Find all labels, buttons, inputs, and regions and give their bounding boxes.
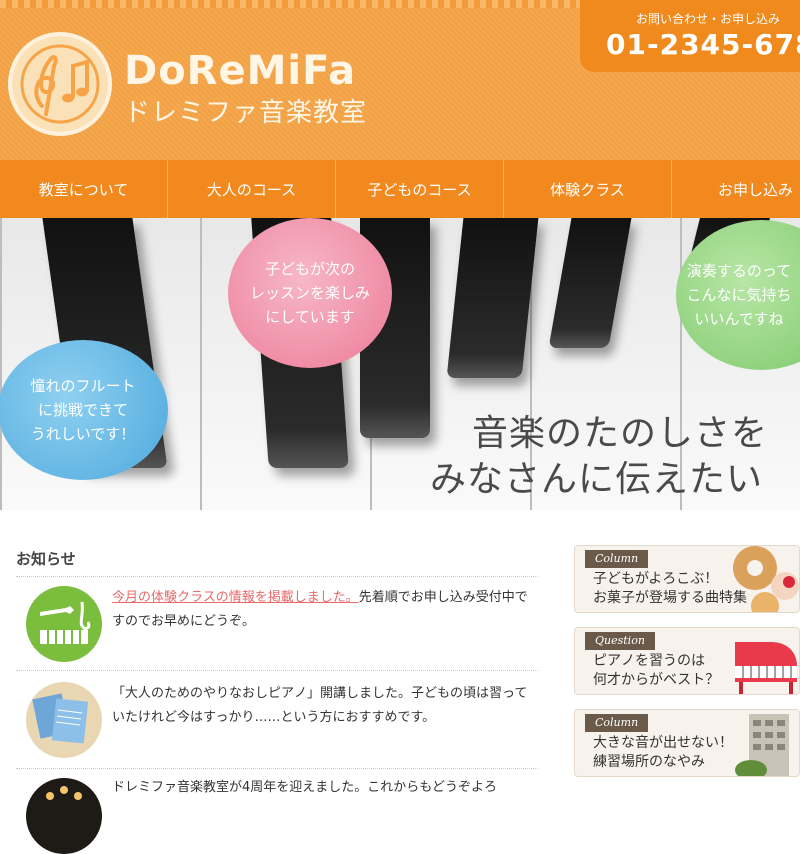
news-item-3: ドレミファ音楽教室が4周年を迎えました。これからもどうぞよろ [112,776,532,800]
site-header: DoReMiFa ドレミファ音楽教室 お問い合わせ・お申し込み 01-2345-… [0,0,800,160]
contact-phone[interactable]: 01-2345-6789 [606,28,800,61]
hero-headline-2: みなさんに伝えたい [430,459,764,500]
sidebar-card-line1: ピアノを習うのは [593,653,705,669]
news-text: 「大人のためのやりなおしピアノ」開講しました。子どもの頃は習っていたけれど今はす… [112,686,528,725]
news-link[interactable]: 今月の体験クラスの情報を掲載しました。 [112,590,359,605]
bubble-line: こんなに気持ち [686,286,792,304]
sidebar-card-line2: 何才からがベスト？ [593,672,720,688]
bubble-line: うれしいです！ [30,425,136,443]
bubble-line: に挑戦できて [37,401,128,419]
news-thumb-sheet-music[interactable] [26,682,102,758]
logo-title-en[interactable]: DoReMiFa [124,48,356,94]
nav-item-apply[interactable]: お申し込み [672,160,800,218]
toy-piano-icon [735,642,797,694]
sidebar-card-tag: Column [585,550,649,568]
news-thumb-anniversary[interactable] [26,778,102,854]
nav-item-kids-course[interactable]: 子どものコース [336,160,504,218]
nav-item-about[interactable]: 教室について [0,160,168,218]
news-divider [16,768,538,769]
hero-banner: 憧れのフルート に挑戦できて うれしいです！ 子どもが次の レッスンを楽しみ に… [0,218,800,510]
news-item-1: 今月の体験クラスの情報を掲載しました。先着順でお申し込み受付中ですのでお早めにど… [112,586,532,634]
news-item-2: 「大人のためのやりなおしピアノ」開講しました。子どもの頃は習っていたけれど今はす… [112,682,532,730]
sidebar-card-sweets[interactable]: Column 子どもがよろこぶ！ お菓子が登場する曲特集 [574,545,800,613]
donut-image-icon [733,546,799,612]
bubble-line: いいんですね [694,310,784,328]
sidebar-card-tag: Column [585,714,649,732]
logo-icon[interactable] [8,32,112,136]
hero-headline-1: 音楽のたのしさを [472,413,769,454]
contact-box[interactable]: お問い合わせ・お申し込み 01-2345-6789 [580,0,800,72]
main-nav: 教室について 大人のコース 子どものコース 体験クラス お申し込み [0,160,800,218]
sidebar-card-line2: 練習場所のなやみ [593,754,705,770]
news-text: ドレミファ音楽教室が4周年を迎えました。これからもどうぞよろ [112,780,498,795]
bubble-line: にしています [265,308,355,326]
nav-item-trial-class[interactable]: 体験クラス [504,160,672,218]
sidebar-card-text: 大きな音が出せない！ 練習場所のなやみ [593,734,733,772]
bubble-line: 憧れのフルート [30,377,136,395]
news-divider [16,670,538,671]
bubble-line: 演奏するのって [686,262,792,280]
bubble-line: 子どもが次の [264,260,355,278]
sidebar-card-text: 子どもがよろこぶ！ お菓子が登場する曲特集 [593,570,747,608]
sidebar-card-line1: 子どもがよろこぶ！ [593,571,719,587]
logo-title-ja[interactable]: ドレミファ音楽教室 [124,92,367,129]
news-thumb-instruments[interactable] [26,586,102,662]
sidebar-card-piano-age[interactable]: Question ピアノを習うのは 何才からがベスト？ [574,627,800,695]
news-divider [16,576,538,577]
sidebar-card-tag: Question [585,632,655,650]
apartment-image-icon [735,714,789,776]
sidebar-card-practice-place[interactable]: Column 大きな音が出せない！ 練習場所のなやみ [574,709,800,777]
nav-item-adult-course[interactable]: 大人のコース [168,160,336,218]
news-heading: お知らせ [16,550,76,568]
contact-label: お問い合わせ・お申し込み [636,12,781,26]
sidebar-card-text: ピアノを習うのは 何才からがベスト？ [593,652,719,690]
sidebar-card-line2: お菓子が登場する曲特集 [593,590,747,606]
testimonial-bubble-pink: 子どもが次の レッスンを楽しみ にしています [228,218,392,368]
sidebar-card-line1: 大きな音が出せない！ [593,735,733,751]
bubble-line: レッスンを楽しみ [249,284,370,302]
testimonial-bubble-blue: 憧れのフルート に挑戦できて うれしいです！ [0,340,168,480]
